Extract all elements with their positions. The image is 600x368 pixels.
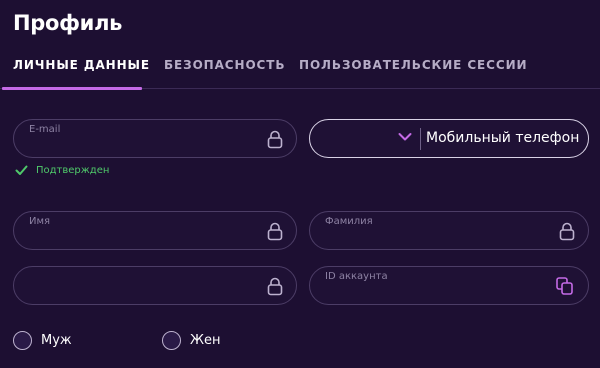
radio-male-circle[interactable]: [13, 331, 32, 350]
email-field[interactable]: E-mail: [13, 119, 297, 158]
phone-separator: [420, 128, 421, 150]
account-id-field[interactable]: ID аккаунта: [309, 266, 589, 305]
tab-personal-data[interactable]: ЛИЧНЫЕ ДАННЫЕ: [13, 58, 150, 72]
lock-icon: [267, 130, 283, 149]
first-name-field[interactable]: Имя: [13, 211, 297, 250]
radio-male[interactable]: Муж: [13, 331, 103, 351]
account-id-label: ID аккаунта: [325, 271, 388, 282]
first-name-label: Имя: [29, 216, 51, 227]
radio-female-label: Жен: [190, 333, 221, 348]
radio-female-circle[interactable]: [162, 331, 181, 350]
profile-tabs: ЛИЧНЫЕ ДАННЫЕ БЕЗОПАСНОСТЬ ПОЛЬЗОВАТЕЛЬС…: [0, 48, 600, 90]
phone-field[interactable]: Мобильный телефон: [309, 119, 589, 158]
page-title: Профиль: [13, 11, 123, 35]
last-name-field[interactable]: Фамилия: [309, 211, 589, 250]
last-name-label: Фамилия: [325, 216, 373, 227]
chevron-down-icon[interactable]: [398, 132, 412, 142]
radio-female[interactable]: Жен: [162, 331, 252, 351]
profile-page: Профиль ЛИЧНЫЕ ДАННЫЕ БЕЗОПАСНОСТЬ ПОЛЬЗ…: [0, 0, 600, 368]
lock-icon: [267, 222, 283, 241]
email-status-text: Подтвержден: [36, 165, 110, 176]
locked-field[interactable]: [13, 266, 297, 305]
tab-security[interactable]: БЕЗОПАСНОСТЬ: [164, 58, 285, 72]
copy-icon[interactable]: [556, 277, 573, 295]
tab-user-sessions[interactable]: ПОЛЬЗОВАТЕЛЬСКИЕ СЕССИИ: [299, 58, 527, 72]
email-label: E-mail: [29, 124, 61, 135]
lock-icon: [267, 277, 283, 296]
phone-placeholder: Мобильный телефон: [426, 130, 580, 146]
active-tab-indicator: [2, 87, 142, 90]
radio-male-label: Муж: [41, 333, 72, 348]
check-icon: [15, 165, 28, 175]
lock-icon: [559, 222, 575, 241]
